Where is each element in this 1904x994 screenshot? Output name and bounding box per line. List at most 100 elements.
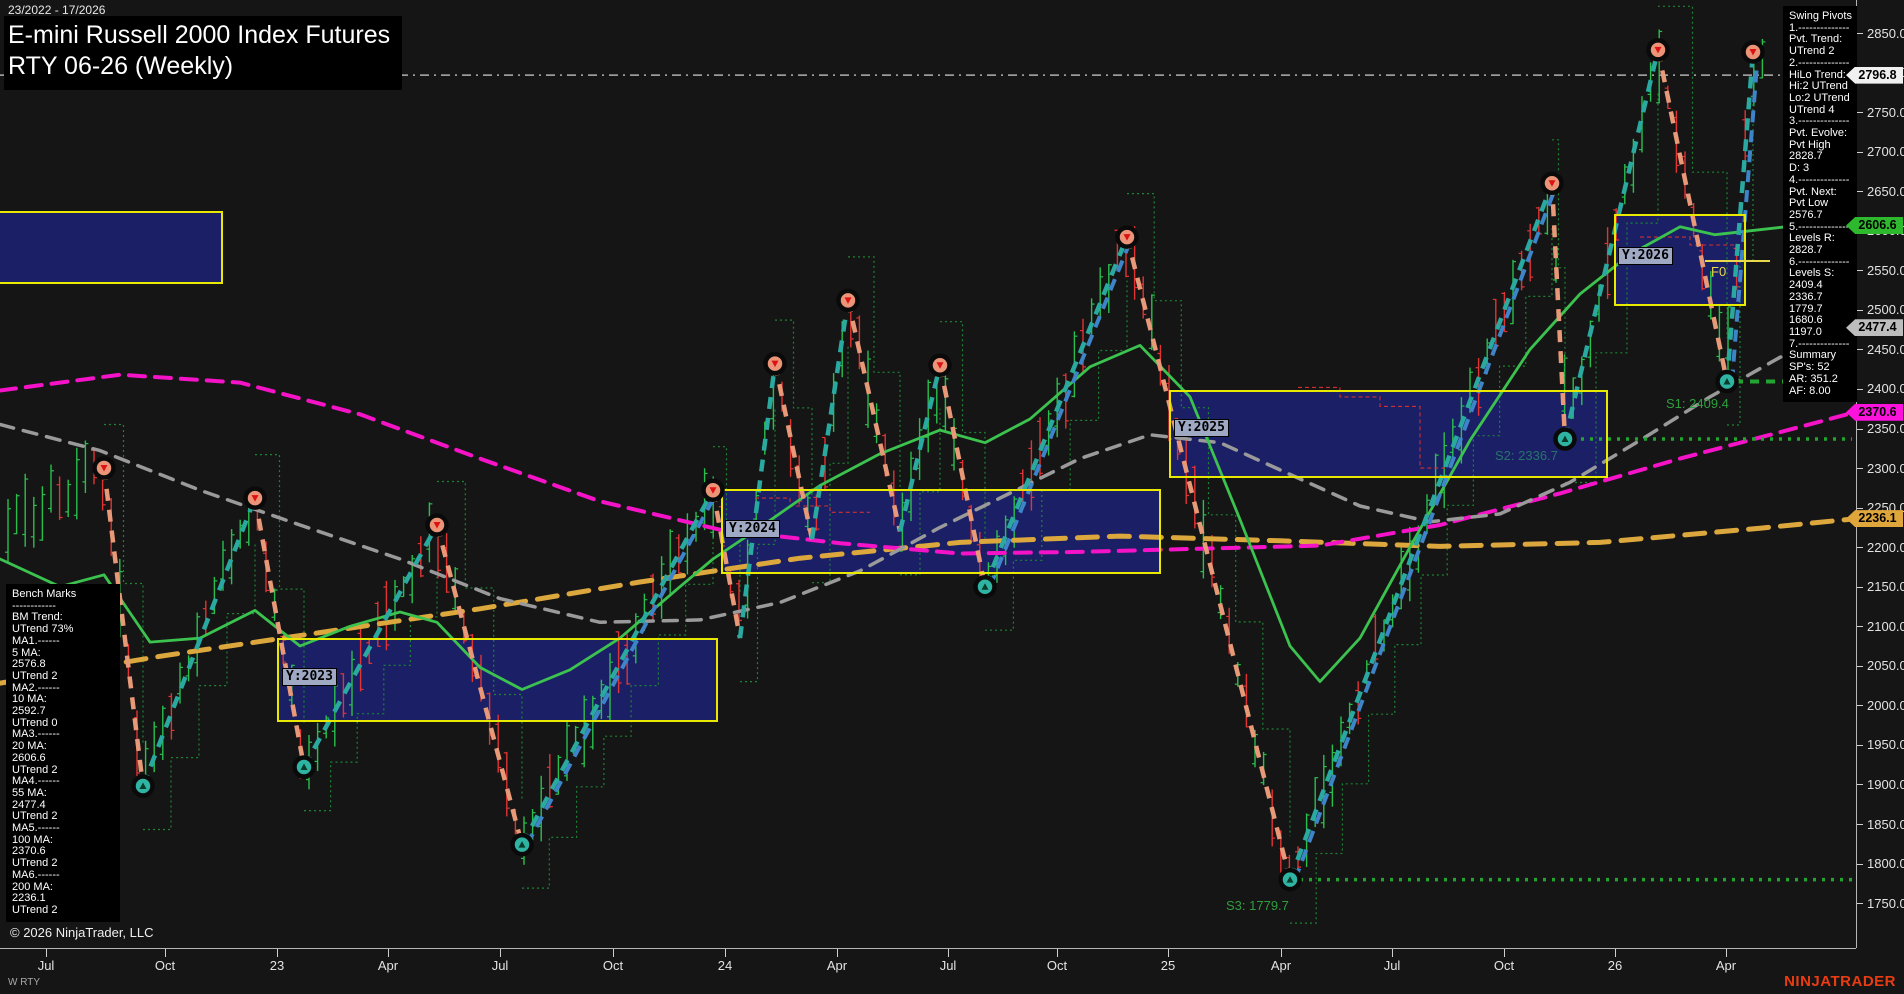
price-tick-label: 2350.0 xyxy=(1867,421,1904,436)
price-tick xyxy=(1857,310,1863,311)
pivot-low-marker xyxy=(976,577,995,596)
time-tick xyxy=(1504,949,1505,957)
price-tick xyxy=(1857,429,1863,430)
pivot-low-marker xyxy=(1556,430,1575,449)
time-tick xyxy=(46,949,47,957)
chart-title-line1: E-mini Russell 2000 Index Futures xyxy=(8,20,390,51)
price-tick-label: 1750.0 xyxy=(1867,896,1904,911)
price-tag: 2370.6 xyxy=(1846,404,1903,421)
price-tick-label: 2650.0 xyxy=(1867,184,1904,199)
time-tick xyxy=(725,949,726,957)
price-tag: 2606.6 xyxy=(1846,217,1903,234)
bench-marks-line: 55 MA: xyxy=(12,788,114,800)
time-tick xyxy=(388,949,389,957)
price-axis[interactable]: 2850.02800.02750.02700.02650.02600.02550… xyxy=(1856,0,1904,948)
price-tick xyxy=(1857,705,1863,706)
price-tag: 2477.4 xyxy=(1846,319,1903,336)
time-tick xyxy=(948,949,949,957)
time-tick xyxy=(500,949,501,957)
bench-marks-line: UTrend 2 xyxy=(12,905,114,917)
swing-pivots-line: 2576.7 xyxy=(1789,210,1851,222)
year-range-box xyxy=(1170,391,1607,477)
instrument-label: W RTY xyxy=(8,977,40,988)
price-tick xyxy=(1857,468,1863,469)
pivot-high-marker xyxy=(428,516,447,535)
price-tick-label: 2400.0 xyxy=(1867,381,1904,396)
price-tick-label: 2750.0 xyxy=(1867,105,1904,120)
price-tick xyxy=(1857,587,1863,588)
time-tick-label: 23 xyxy=(270,958,284,973)
pivot-high-marker xyxy=(766,354,785,373)
swing-pivots-line: 4.-------------- xyxy=(1789,175,1851,187)
ninjatrader-logo: NINJATRADER xyxy=(1784,973,1896,990)
bench-marks-line: UTrend 2 xyxy=(12,671,114,683)
price-chart-canvas[interactable]: F0 xyxy=(0,0,1856,948)
year-range-box xyxy=(0,212,222,283)
swing-pivots-line: AR: 351.2 xyxy=(1789,374,1851,386)
time-axis[interactable]: JulOct23AprJulOct24AprJulOct25AprJulOct2… xyxy=(0,948,1856,979)
pivot-high-marker xyxy=(839,291,858,310)
bench-marks-panel: Bench Marks------------BM Trend:UTrend 7… xyxy=(6,584,120,922)
price-tick-label: 2550.0 xyxy=(1867,263,1904,278)
price-tick-label: 1900.0 xyxy=(1867,777,1904,792)
time-tick xyxy=(613,949,614,957)
price-tick-label: 2150.0 xyxy=(1867,579,1904,594)
price-tick xyxy=(1857,626,1863,627)
price-tag: 2236.1 xyxy=(1846,510,1903,527)
time-tick-label: Oct xyxy=(603,958,623,973)
price-tick xyxy=(1857,112,1863,113)
price-tick-label: 1800.0 xyxy=(1867,856,1904,871)
price-tick xyxy=(1857,508,1863,509)
price-tick-label: 2200.0 xyxy=(1867,540,1904,555)
time-tick-label: Oct xyxy=(155,958,175,973)
time-tick xyxy=(1615,949,1616,957)
bench-marks-line: Bench Marks xyxy=(12,589,114,601)
pivot-high-marker xyxy=(1649,40,1668,59)
price-tick-label: 1950.0 xyxy=(1867,737,1904,752)
price-tick xyxy=(1857,666,1863,667)
price-tick-label: 2300.0 xyxy=(1867,461,1904,476)
time-tick xyxy=(1281,949,1282,957)
pivot-high-marker xyxy=(931,356,950,375)
time-tick-label: Jul xyxy=(940,958,957,973)
price-tick xyxy=(1857,191,1863,192)
pivot-low-marker xyxy=(1281,870,1300,889)
price-tick-label: 2500.0 xyxy=(1867,302,1904,317)
price-tick xyxy=(1857,824,1863,825)
price-tick xyxy=(1857,270,1863,271)
chart-title: E-mini Russell 2000 Index Futures RTY 06… xyxy=(4,16,402,90)
bench-marks-line: 2592.7 xyxy=(12,706,114,718)
price-tick xyxy=(1857,784,1863,785)
time-tick-label: Apr xyxy=(1271,958,1291,973)
time-tick-label: Apr xyxy=(827,958,847,973)
price-tick xyxy=(1857,389,1863,390)
swing-pivots-line: Pvt. Evolve: xyxy=(1789,128,1851,140)
price-tick-label: 2700.0 xyxy=(1867,144,1904,159)
time-tick xyxy=(1392,949,1393,957)
price-tick xyxy=(1857,745,1863,746)
pivot-high-marker xyxy=(246,489,265,508)
price-tick xyxy=(1857,33,1863,34)
pivot-high-marker xyxy=(95,459,114,478)
time-tick xyxy=(1057,949,1058,957)
pivot-low-marker xyxy=(134,777,153,796)
time-tick xyxy=(165,949,166,957)
bench-marks-line: MA5.------ xyxy=(12,823,114,835)
bench-marks-line: 2606.6 xyxy=(12,753,114,765)
price-tick xyxy=(1857,152,1863,153)
price-tick-label: 2850.0 xyxy=(1867,26,1904,41)
price-tick-label: 2100.0 xyxy=(1867,619,1904,634)
ninjatrader-chart-window: F0 Y:2023Y:2024Y:2025Y:2026S1: 2409.4S2:… xyxy=(0,0,1904,994)
bench-marks-line: MA6.------ xyxy=(12,870,114,882)
time-tick xyxy=(837,949,838,957)
year-range-box xyxy=(722,490,1160,573)
time-tick-label: Jul xyxy=(1384,958,1401,973)
pivot-low-marker xyxy=(513,835,532,854)
pivot-high-marker xyxy=(1118,228,1137,247)
time-tick xyxy=(277,949,278,957)
date-range-label: 23/2022 - 17/2026 xyxy=(8,3,105,17)
time-tick-label: Oct xyxy=(1494,958,1514,973)
time-tick-label: Jul xyxy=(492,958,509,973)
pivot-low-marker xyxy=(295,758,314,777)
price-tick-label: 2450.0 xyxy=(1867,342,1904,357)
